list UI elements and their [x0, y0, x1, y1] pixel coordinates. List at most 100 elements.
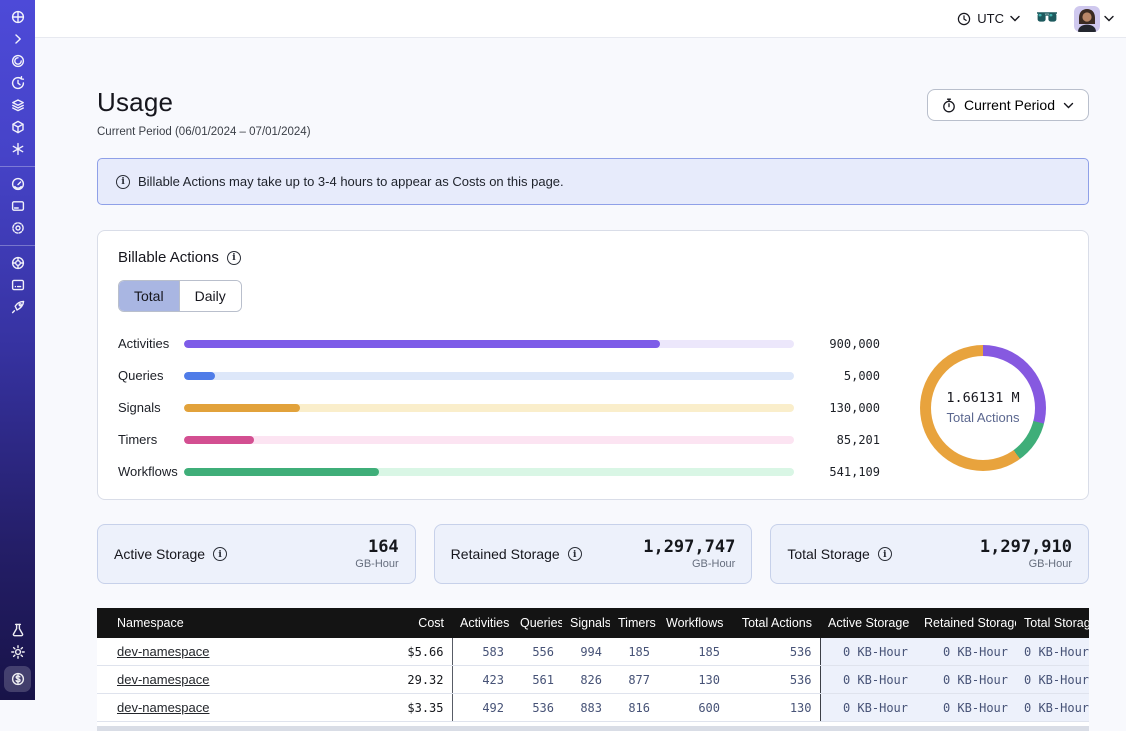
timezone-selector[interactable]: UTC [957, 11, 1020, 26]
storage-summary-row: Active Storage i 164 GB-Hour Retained St… [97, 524, 1089, 584]
glasses-icon[interactable] [1036, 12, 1058, 25]
bar-chart: Activities900,000 Queries5,000 Signals 130,… [118, 336, 898, 479]
docs-terminal-icon[interactable] [0, 274, 35, 296]
column-header-namespace: Namespace [97, 608, 347, 638]
total-actions-donut: 1.66131 M Total Actions [920, 345, 1046, 471]
sidebar-divider [0, 245, 35, 246]
namespace-usage-table: NamespaceCostActivitiesQueriesSignalsTim… [97, 608, 1089, 731]
bar-row-timers: Timers85,201 [118, 432, 880, 447]
settings-gear-icon[interactable] [0, 217, 35, 239]
total-storage-value: 1,297,910 [980, 538, 1072, 558]
info-icon[interactable]: i [568, 547, 582, 561]
value-cell: 536 [728, 666, 820, 694]
bar-row-queries: Queries5,000 [118, 368, 880, 383]
usage-gauge-icon[interactable] [0, 173, 35, 195]
current-period-dropdown[interactable]: Current Period [927, 89, 1089, 121]
namespaces-swirl-icon[interactable] [0, 50, 35, 72]
column-header-signals: Signals [562, 608, 610, 638]
column-header-activities: Activities [452, 608, 512, 638]
active-storage-card: Active Storage i 164 GB-Hour [97, 524, 416, 584]
active-storage-label: Active Storage [114, 546, 205, 562]
value-cell: 536 [728, 638, 820, 666]
value-cell: 556 [512, 638, 562, 666]
value-cell: 0 KB-Hour [1016, 638, 1089, 666]
clock-icon [957, 12, 971, 26]
namespace-link[interactable]: dev-namespace [117, 644, 210, 659]
info-icon[interactable]: i [213, 547, 227, 561]
value-cell: 826 [562, 666, 610, 694]
timezone-label: UTC [977, 11, 1004, 26]
billable-chart: Activities900,000 Queries5,000 Signals 130,… [118, 336, 1068, 479]
collapse-chevron-icon[interactable] [0, 28, 35, 50]
chevron-down-icon [1010, 15, 1020, 22]
value-cell: 130 [728, 694, 820, 722]
column-header-cost: Cost [347, 608, 452, 638]
info-icon[interactable]: i [878, 547, 892, 561]
value-cell: 816 [610, 694, 658, 722]
usage-dollar-icon[interactable] [4, 666, 31, 692]
layers-stack-icon[interactable] [0, 94, 35, 116]
value-cell: 600 [658, 694, 728, 722]
bar-label: Signals [118, 400, 184, 415]
retained-storage-label: Retained Storage [451, 546, 560, 562]
namespace-cell: dev-namespace [97, 666, 347, 694]
bar-value: 900,000 [808, 337, 880, 351]
cube-icon[interactable] [0, 116, 35, 138]
donut-zone: 1.66131 M Total Actions [898, 336, 1068, 479]
temporal-logo-icon[interactable] [0, 6, 35, 28]
tab-total[interactable]: Total [119, 281, 179, 311]
total-storage-label: Total Storage [787, 546, 870, 562]
bar-fill [184, 468, 379, 476]
bar-row-workflows: Workflows541,109 [118, 464, 880, 479]
column-header-retained-storage: Retained Storage [916, 608, 1016, 638]
theme-sun-icon[interactable] [0, 641, 35, 663]
info-icon[interactable]: i [227, 251, 241, 265]
bar-track [184, 404, 794, 412]
bar-value: 130,000 [808, 401, 880, 415]
billable-view-tabs: Total Daily [118, 280, 242, 312]
user-avatar [1074, 6, 1100, 32]
namespace-link[interactable]: dev-namespace [117, 700, 210, 715]
value-cell: 492 [452, 694, 512, 722]
namespace-link[interactable]: dev-namespace [117, 672, 210, 687]
sidebar-divider [0, 166, 35, 167]
value-cell: 877 [610, 666, 658, 694]
support-lifebuoy-icon[interactable] [0, 252, 35, 274]
bar-value: 5,000 [808, 369, 880, 383]
current-period-label: Current Period [964, 97, 1055, 113]
donut-center: 1.66131 M Total Actions [931, 356, 1035, 460]
info-icon: i [116, 175, 130, 189]
tab-daily[interactable]: Daily [179, 281, 241, 311]
column-header-timers: Timers [610, 608, 658, 638]
value-cell: $3.35 [347, 694, 452, 722]
value-cell: 583 [452, 638, 512, 666]
table-cutoff-strip [97, 726, 1089, 731]
title-row: Usage Current Period (06/01/2024 – 07/01… [97, 87, 1089, 138]
value-cell: 185 [658, 638, 728, 666]
rocket-icon[interactable] [0, 296, 35, 318]
user-menu[interactable] [1074, 6, 1114, 32]
info-banner: i Billable Actions may take up to 3-4 ho… [97, 158, 1089, 205]
stopwatch-icon [942, 98, 956, 113]
page-title: Usage [97, 87, 311, 118]
table-row: dev-namespace$5.665835569941851855360 KB… [97, 638, 1089, 666]
retained-storage-value: 1,297,747 [643, 538, 735, 558]
value-cell: 130 [658, 666, 728, 694]
retained-storage-card: Retained Storage i 1,297,747 GB-Hour [434, 524, 753, 584]
schedules-clock-icon[interactable] [0, 72, 35, 94]
bar-row-activities: Activities900,000 [118, 336, 880, 351]
column-header-active-storage: Active Storage [820, 608, 916, 638]
bar-label: Workflows [118, 464, 184, 479]
column-header-queries: Queries [512, 608, 562, 638]
value-cell: 0 KB-Hour [916, 638, 1016, 666]
value-cell: 994 [562, 638, 610, 666]
bar-track [184, 468, 794, 476]
billing-card-icon[interactable] [0, 195, 35, 217]
billable-actions-title: Billable Actions [118, 249, 219, 266]
table-row: dev-namespace$3.354925368838166001300 KB… [97, 694, 1089, 722]
retained-storage-unit: GB-Hour [643, 558, 735, 570]
nexus-asterisk-icon[interactable] [0, 138, 35, 160]
value-cell: 0 KB-Hour [916, 666, 1016, 694]
labs-flask-icon[interactable] [0, 619, 35, 641]
value-cell: 536 [512, 694, 562, 722]
